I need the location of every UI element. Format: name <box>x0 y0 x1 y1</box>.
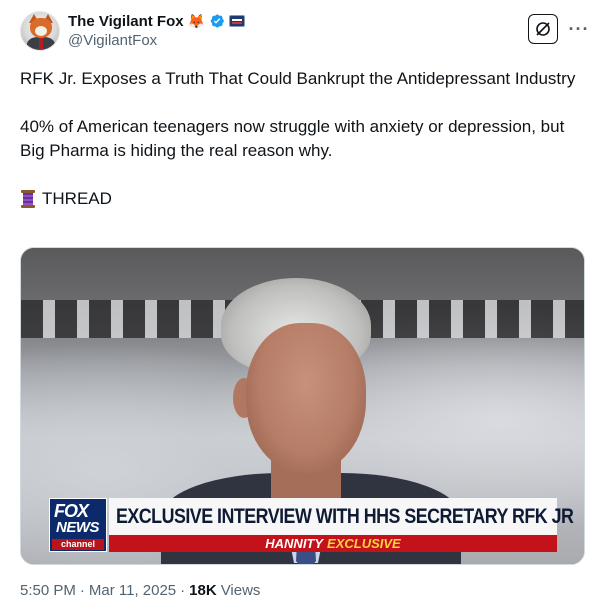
author-display-name[interactable]: The Vigilant Fox <box>68 13 184 30</box>
fox-logo-line3: channel <box>52 539 104 550</box>
fox-emoji-icon: 🦊 <box>187 13 206 29</box>
headline-text: EXCLUSIVE INTERVIEW WITH HHS SECRETARY R… <box>116 504 574 528</box>
tweet-date[interactable]: Mar 11, 2025 <box>89 582 176 599</box>
news-lower-third: FOX NEWS channel EXCLUSIVE INTERVIEW WIT… <box>49 498 574 553</box>
tweet-time[interactable]: 5:50 PM <box>20 582 76 599</box>
fox-logo-line2: NEWS <box>56 519 100 536</box>
show-tag: EXCLUSIVE <box>327 536 401 551</box>
fox-news-logo: FOX NEWS channel <box>49 498 107 552</box>
tweet-text: RFK Jr. Exposes a Truth That Could Bankr… <box>20 67 590 211</box>
grok-icon <box>536 22 550 36</box>
person-face <box>246 323 366 473</box>
author-avatar[interactable] <box>20 11 60 51</box>
affiliate-badge-icon[interactable] <box>229 15 246 27</box>
views-label: Views <box>220 582 261 599</box>
tweet-meta: 5:50 PM · Mar 11, 2025 · 18K Views <box>20 582 260 599</box>
spool-of-thread-icon <box>20 190 36 208</box>
show-banner: HANNITY EXCLUSIVE <box>109 535 557 552</box>
tweet-paragraph-1: RFK Jr. Exposes a Truth That Could Bankr… <box>20 69 576 88</box>
views-count[interactable]: 18K <box>189 582 217 599</box>
thread-label: THREAD <box>42 189 112 208</box>
avatar-tie <box>39 38 43 50</box>
meta-separator-2: · <box>180 582 186 599</box>
thread-line: THREAD <box>20 187 590 211</box>
meta-separator: · <box>79 582 85 599</box>
tweet-header: The Vigilant Fox 🦊 @VigilantFox ··· <box>20 11 590 55</box>
author-name-row: The Vigilant Fox 🦊 <box>68 11 246 31</box>
more-options-button[interactable]: ··· <box>567 14 591 44</box>
verified-badge-icon[interactable] <box>209 13 225 29</box>
show-name: HANNITY <box>265 536 324 551</box>
avatar-fox-face <box>35 26 47 36</box>
tweet-paragraph-2: 40% of American teenagers now struggle w… <box>20 117 565 160</box>
author-handle[interactable]: @VigilantFox <box>68 32 157 49</box>
grok-button[interactable] <box>528 14 558 44</box>
tweet-video[interactable]: FOX NEWS channel EXCLUSIVE INTERVIEW WIT… <box>20 247 585 565</box>
headline-banner: EXCLUSIVE INTERVIEW WITH HHS SECRETARY R… <box>109 498 574 535</box>
